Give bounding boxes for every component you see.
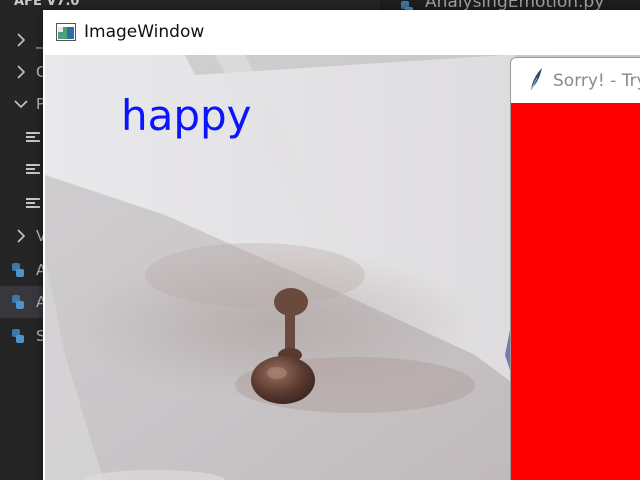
chevron-right-icon xyxy=(17,229,26,243)
file-icon xyxy=(26,132,40,142)
window-icon xyxy=(56,23,76,41)
sorry-window-titlebar[interactable]: Sorry! - Try xyxy=(511,58,640,103)
desktop: AFE V7.0 _ C P V A A S AnalysingEmotion.… xyxy=(0,0,640,480)
sorry-window-body xyxy=(511,103,640,480)
chevron-right-icon xyxy=(17,33,26,47)
chevron-right-icon xyxy=(17,65,26,79)
image-window-title: ImageWindow xyxy=(84,22,205,42)
feather-icon xyxy=(530,68,542,91)
python-icon xyxy=(12,263,24,277)
python-icon xyxy=(12,295,24,309)
file-icon xyxy=(26,164,40,174)
chevron-down-icon xyxy=(14,100,28,109)
sorry-window-title: Sorry! - Try xyxy=(553,71,640,91)
image-window-titlebar[interactable]: ImageWindow xyxy=(43,10,640,55)
python-icon xyxy=(12,329,24,343)
emotion-label: happy xyxy=(121,91,252,140)
explorer-title: AFE V7.0 xyxy=(14,0,80,9)
file-icon xyxy=(26,198,40,208)
sorry-window: Sorry! - Try xyxy=(510,57,640,480)
